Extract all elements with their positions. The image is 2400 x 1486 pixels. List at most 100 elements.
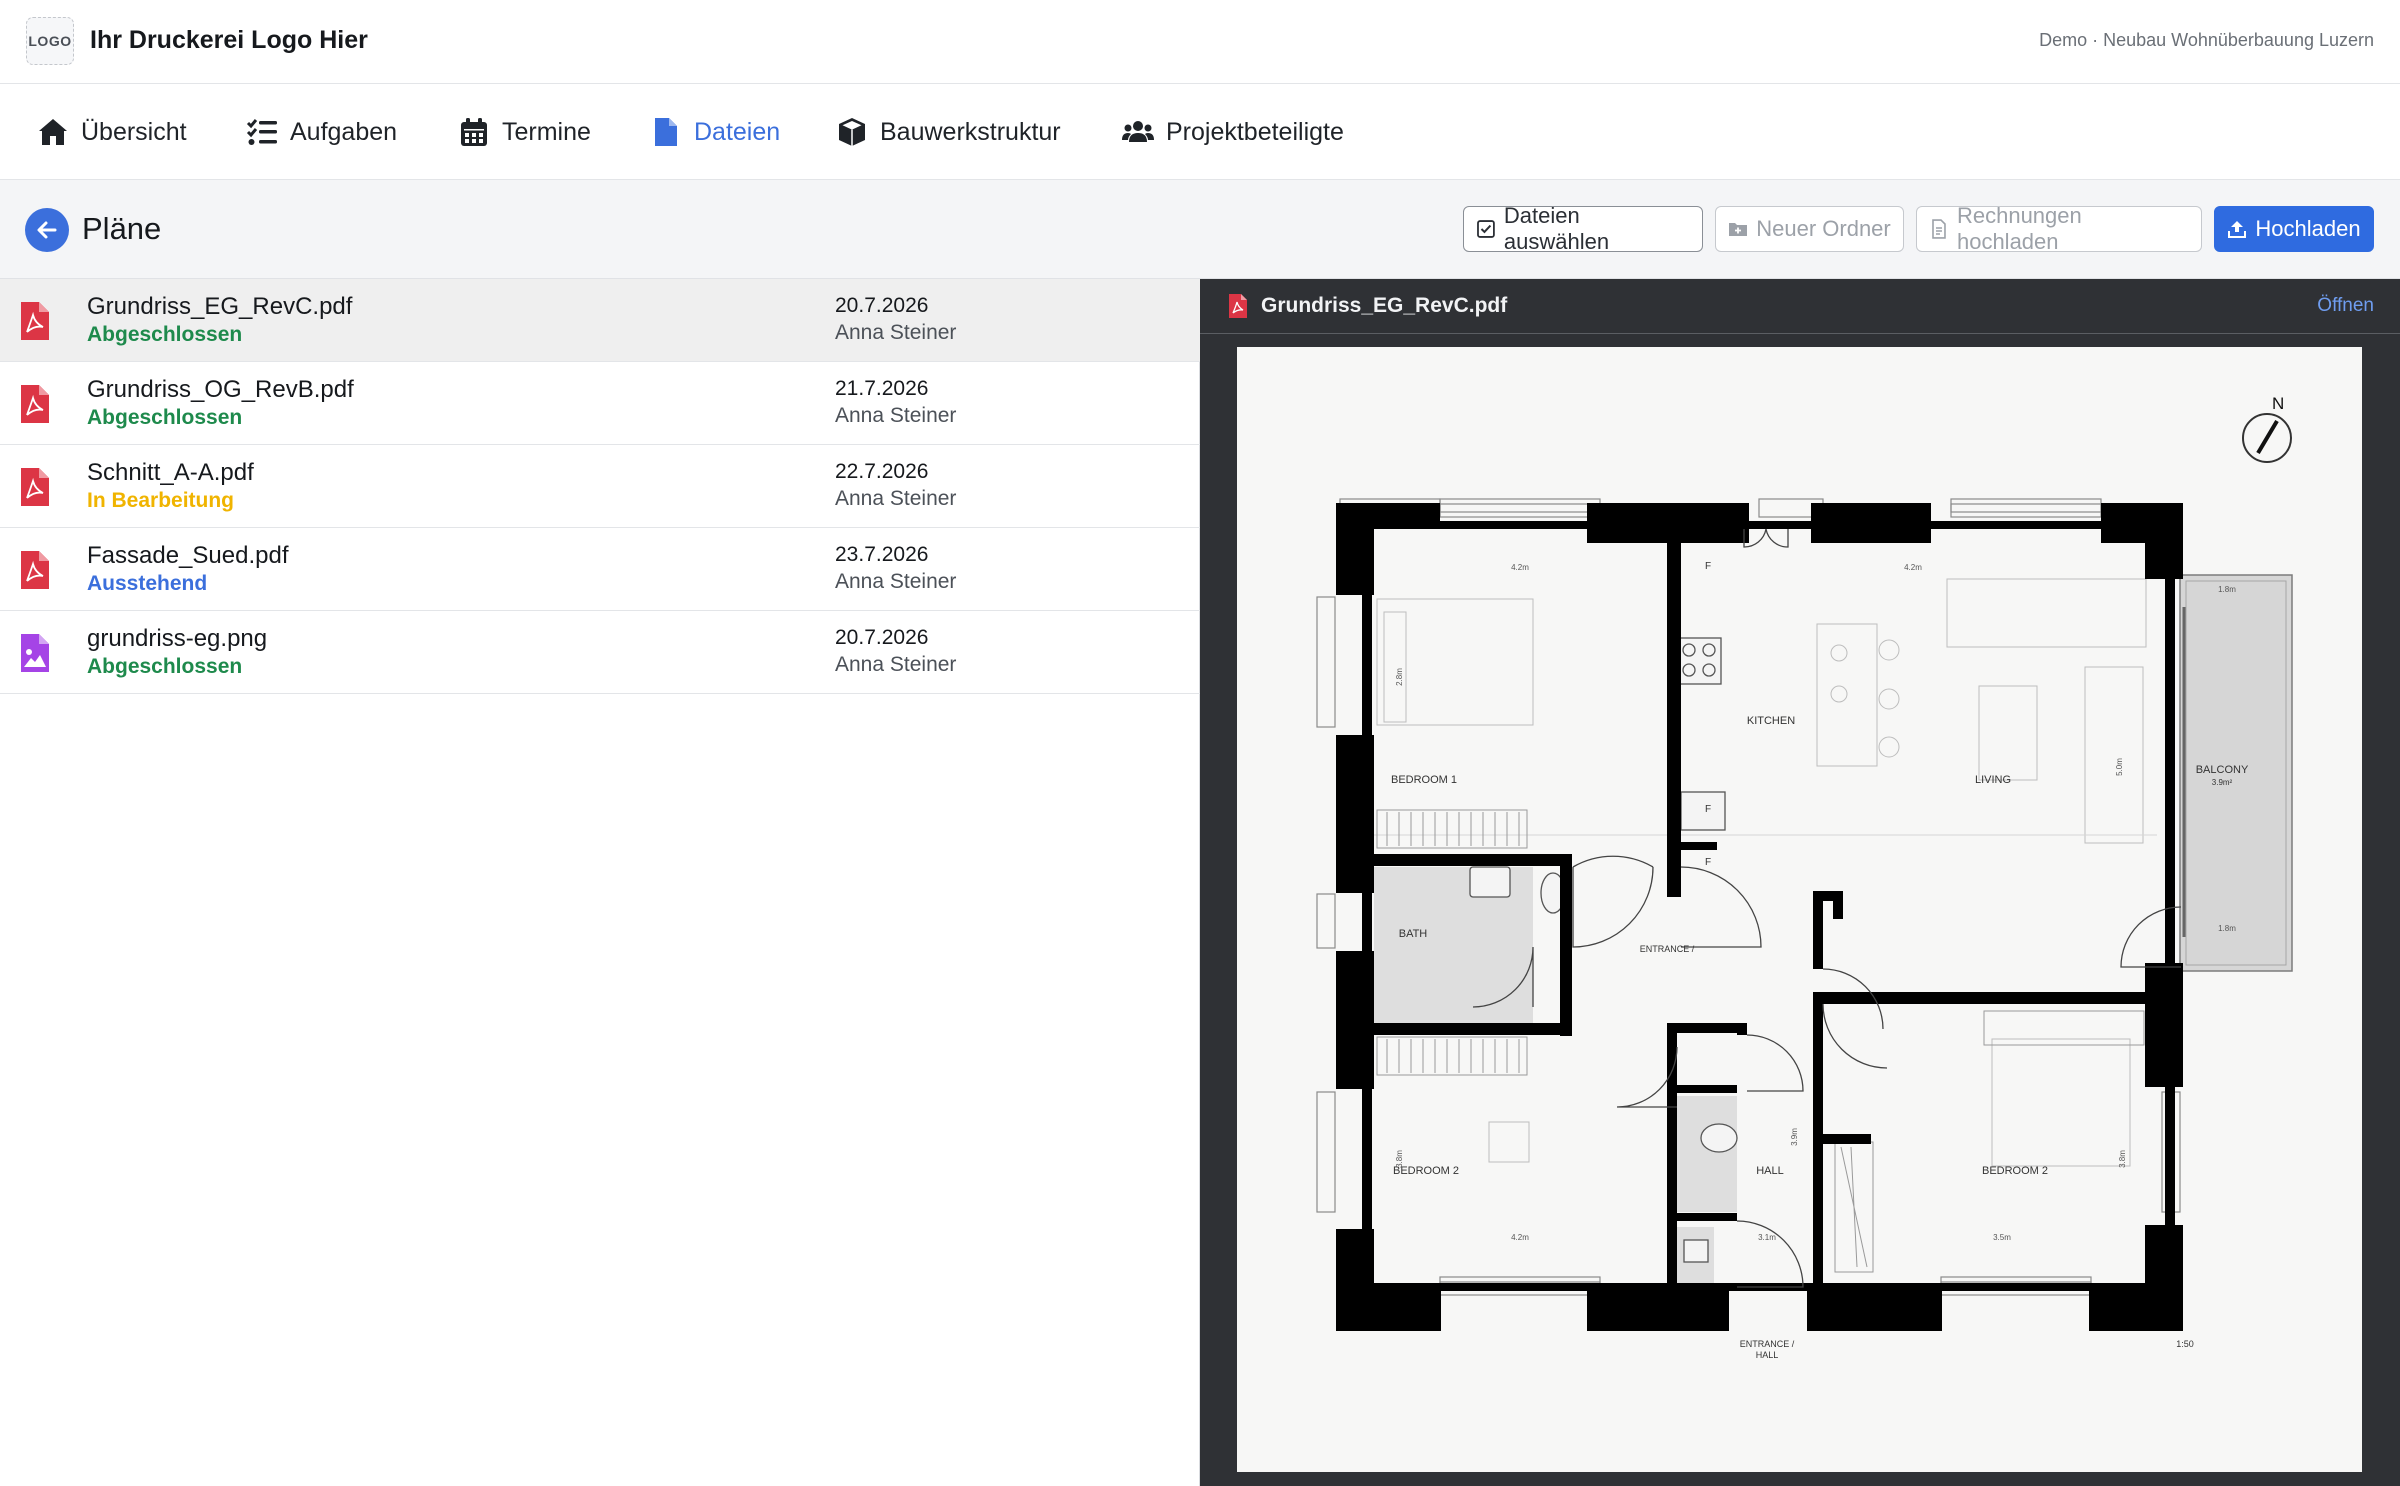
brand-name: Ihr Druckerei Logo Hier [90, 26, 368, 54]
nav-label: Bauwerkstruktur [880, 117, 1061, 146]
upload-icon [2228, 221, 2247, 238]
svg-text:4.2m: 4.2m [1904, 563, 1922, 572]
users-icon [1122, 121, 1154, 142]
file-name: Grundriss_EG_RevC.pdf [87, 293, 353, 320]
svg-text:1:50: 1:50 [2176, 1339, 2194, 1349]
file-date: 22.7.2026 [835, 460, 929, 483]
svg-text:BEDROOM 2: BEDROOM 2 [1982, 1165, 2048, 1177]
file-row[interactable]: Grundriss_EG_RevC.pdf Abgeschlossen 20.7… [0, 279, 1200, 362]
svg-text:3.8m: 3.8m [1395, 1150, 1404, 1168]
svg-text:4.2m: 4.2m [1511, 1233, 1529, 1242]
svg-text:BEDROOM 1: BEDROOM 1 [1391, 774, 1457, 786]
file-name: grundriss-eg.png [87, 625, 268, 652]
file-date: 21.7.2026 [835, 377, 929, 400]
open-link[interactable]: Öffnen [2317, 295, 2374, 317]
svg-text:LIVING: LIVING [1975, 774, 2011, 786]
nav-item-aufgaben[interactable]: Aufgaben [246, 84, 397, 180]
file-status: Abgeschlossen [87, 655, 243, 678]
svg-text:ENTRANCE /: ENTRANCE / [1640, 944, 1695, 954]
file-status: In Bearbeitung [87, 489, 235, 512]
pdf-file-icon [21, 385, 49, 423]
svg-text:3.9m²: 3.9m² [2212, 778, 2233, 787]
svg-text:HALL: HALL [1756, 1350, 1779, 1360]
pdf-file-icon [21, 302, 49, 340]
file-name: Schnitt_A-A.pdf [87, 459, 254, 486]
checkbox-icon [1477, 220, 1495, 238]
file-status: Abgeschlossen [87, 323, 243, 346]
arrow-left-icon [37, 221, 57, 239]
compass-icon: N [2242, 394, 2292, 463]
pdf-file-icon [21, 551, 49, 589]
select-files-label: Dateien auswählen [1503, 203, 1610, 254]
file-author: Anna Steiner [835, 487, 957, 510]
preview-filename: Grundriss_EG_RevC.pdf [1261, 294, 1508, 317]
svg-text:1.8m: 1.8m [2218, 585, 2236, 594]
svg-text:3.9m: 3.9m [1790, 1128, 1799, 1146]
main-nav: Übersicht Aufgaben Termine Dateien Bauwe… [0, 84, 2400, 180]
file-row[interactable]: Schnitt_A-A.pdf In Bearbeitung 22.7.2026… [0, 445, 1200, 528]
svg-text:2.8m: 2.8m [1395, 668, 1404, 686]
back-button[interactable] [25, 208, 69, 252]
svg-text:1.8m: 1.8m [2218, 924, 2236, 933]
file-date: 20.7.2026 [835, 294, 929, 317]
upload-label: Hochladen [2255, 216, 2361, 241]
file-author: Anna Steiner [835, 653, 957, 676]
svg-text:ENTRANCE /: ENTRANCE / [1740, 1339, 1795, 1349]
nav-label: Projektbeteiligte [1166, 117, 1344, 146]
plan-doors [1472, 528, 2182, 1288]
file-icon [655, 118, 677, 146]
file-name: Fassade_Sued.pdf [87, 542, 289, 569]
file-row[interactable]: Fassade_Sued.pdf Ausstehend 23.7.2026 An… [0, 528, 1200, 611]
image-file-icon [21, 634, 49, 672]
select-files-button[interactable]: Dateien auswählen [1463, 203, 1703, 254]
folder-plus-icon [1729, 223, 1748, 236]
pdf-file-icon [1229, 294, 1247, 318]
preview-header: Grundriss_EG_RevC.pdf Öffnen [1200, 279, 2400, 334]
svg-text:3.5m: 3.5m [1993, 1233, 2011, 1242]
svg-text:F: F [1705, 857, 1711, 868]
upload-button[interactable]: Hochladen [2214, 206, 2374, 252]
top-bar: LOGO Ihr Druckerei Logo Hier Demo · Neub… [0, 0, 2400, 84]
pdf-file-icon [21, 468, 49, 506]
home-icon [39, 119, 67, 145]
file-name: Grundriss_OG_RevB.pdf [87, 376, 354, 403]
floor-plan-image: N KITCHEN LIVING BEDROOM 1 BATH ENTRANCE… [1237, 347, 2362, 1472]
upload-invoices-button[interactable]: Rechnungen hochladen [1916, 203, 2202, 254]
new-folder-button[interactable]: Neuer Ordner [1715, 206, 1904, 252]
calendar-icon [461, 118, 487, 146]
svg-text:BALCONY: BALCONY [2196, 764, 2249, 776]
file-date: 23.7.2026 [835, 543, 929, 566]
svg-text:BATH: BATH [1399, 928, 1428, 940]
svg-text:4.2m: 4.2m [1511, 563, 1529, 572]
nav-item-dateien[interactable]: Dateien [650, 84, 780, 180]
file-date: 20.7.2026 [835, 626, 929, 649]
svg-text:F: F [1705, 561, 1711, 572]
nav-item-bauwerkstruktur[interactable]: Bauwerkstruktur [836, 84, 1061, 180]
file-preview-panel: Grundriss_EG_RevC.pdf Öffnen N KITCHEN L… [1200, 279, 2400, 1486]
file-row[interactable]: grundriss-eg.png Abgeschlossen 20.7.2026… [0, 611, 1200, 694]
upload-invoices-label: Rechnungen hochladen [1956, 203, 2082, 254]
svg-text:3.1m: 3.1m [1758, 1233, 1776, 1242]
svg-text:3.8m: 3.8m [2118, 1150, 2127, 1168]
page-title: Pläne [82, 211, 162, 246]
north-label: N [2272, 394, 2284, 413]
cube-icon [839, 118, 865, 146]
svg-text:HALL: HALL [1756, 1165, 1784, 1177]
nav-item-termine[interactable]: Termine [458, 84, 591, 180]
nav-item-projektbeteiligte[interactable]: Projektbeteiligte [1122, 84, 1344, 180]
page-header: Pläne Dateien auswählen Neuer Ordner Rec… [0, 180, 2400, 279]
nav-label: Übersicht [81, 117, 187, 146]
nav-item-uebersicht[interactable]: Übersicht [37, 84, 187, 180]
logo-placeholder: LOGO [26, 17, 74, 65]
new-folder-label: Neuer Ordner [1756, 216, 1891, 241]
nav-label: Aufgaben [290, 117, 398, 146]
file-author: Anna Steiner [835, 404, 957, 427]
svg-text:F: F [1705, 804, 1711, 815]
file-author: Anna Steiner [835, 321, 957, 344]
nav-label: Dateien [694, 117, 781, 146]
svg-text:5.0m: 5.0m [2115, 758, 2124, 776]
svg-text:KITCHEN: KITCHEN [1747, 715, 1795, 727]
file-list: Grundriss_EG_RevC.pdf Abgeschlossen 20.7… [0, 279, 1200, 1486]
file-author: Anna Steiner [835, 570, 957, 593]
file-row[interactable]: Grundriss_OG_RevB.pdf Abgeschlossen 21.7… [0, 362, 1200, 445]
